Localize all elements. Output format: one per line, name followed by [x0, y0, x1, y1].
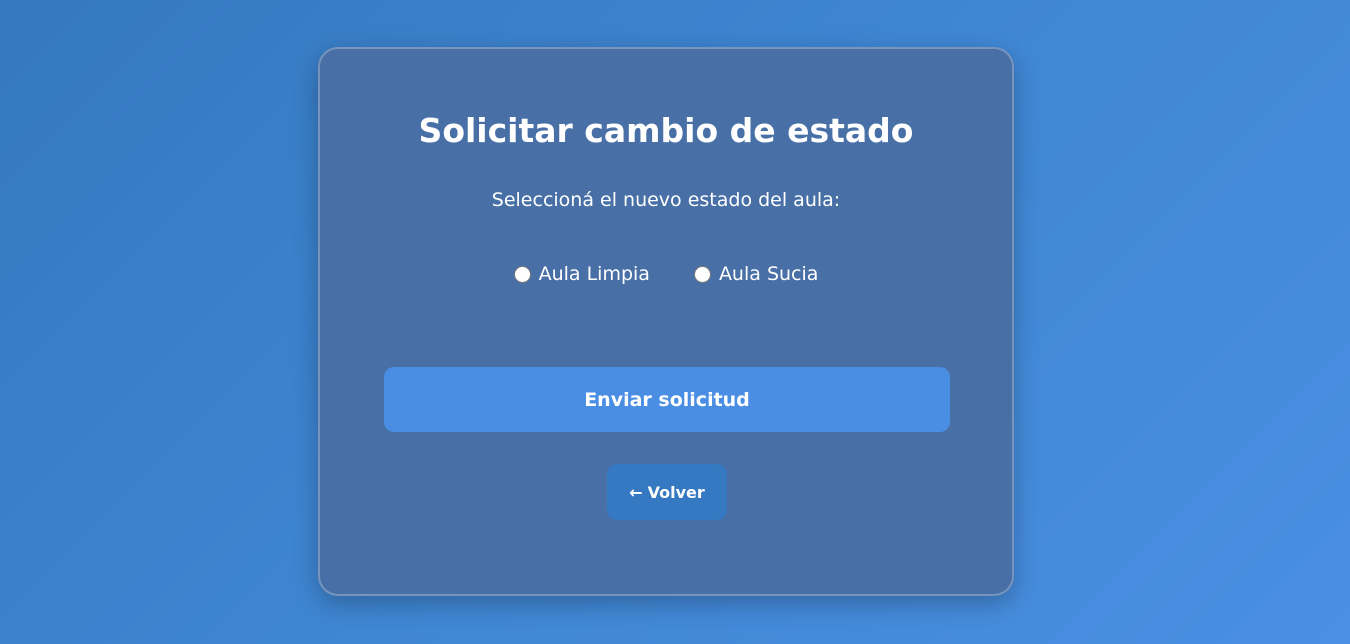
instruction-text: Seleccioná el nuevo estado del aula: [491, 189, 841, 211]
option-aula-limpia[interactable]: Aula Limpia [513, 263, 650, 285]
back-button[interactable]: ← Volver [607, 464, 727, 520]
submit-button-label: Enviar solicitud [584, 388, 750, 411]
option-label-aula-sucia: Aula Sucia [718, 263, 819, 285]
option-aula-sucia[interactable]: Aula Sucia [693, 263, 819, 285]
back-button-label: Volver [647, 482, 705, 502]
radio-aula-sucia[interactable] [693, 265, 711, 283]
option-label-aula-limpia: Aula Limpia [538, 263, 650, 285]
state-radio-group: Aula Limpia Aula Sucia [320, 263, 1012, 285]
request-card: Solicitar cambio de estado Seleccioná el… [318, 47, 1014, 596]
radio-aula-limpia[interactable] [513, 265, 531, 283]
submit-button[interactable]: Enviar solicitud [384, 367, 950, 432]
arrow-left-icon: ← [629, 482, 643, 502]
page-title: Solicitar cambio de estado [418, 111, 914, 150]
